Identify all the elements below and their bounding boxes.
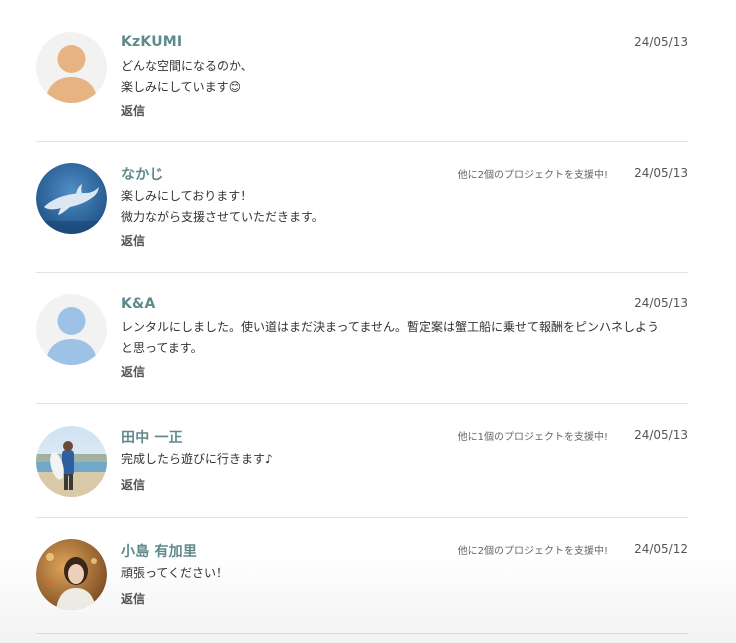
comment-item: KzKUMI 24/05/13 どんな空間になるのか、 楽しみにしています😊 返… [36, 0, 688, 142]
user-avatar-dolphin-photo[interactable] [36, 163, 107, 234]
comments-page: KzKUMI 24/05/13 どんな空間になるのか、 楽しみにしています😊 返… [0, 0, 736, 643]
comment-text-line: と思ってます。 [121, 341, 203, 355]
comment-body: レンタルにしました。使い道はまだ決まってません。暫定案は蟹工船に乗せて報酬をピン… [121, 317, 688, 359]
comment-list: KzKUMI 24/05/13 どんな空間になるのか、 楽しみにしています😊 返… [36, 0, 688, 634]
comment-text-line: どんな空間になるのか、 [121, 59, 253, 73]
reply-link[interactable]: 返信 [121, 232, 145, 249]
backer-note: 他に1個のプロジェクトを支援中! [457, 432, 608, 443]
comment-item: K&A 24/05/13 レンタルにしました。使い道はまだ決まってません。暫定案… [36, 273, 688, 404]
comment-text-line: 頑張ってください！ [121, 566, 229, 580]
comment-body: 楽しみにしております！ 微力ながら支援させていただきます。 [121, 186, 688, 228]
reply-link[interactable]: 返信 [121, 590, 145, 607]
comment-date: 24/05/12 [634, 542, 688, 556]
comment-text-line: 微力ながら支援させていただきます。 [121, 210, 324, 224]
comment-item: なかじ 他に2個のプロジェクトを支援中! 24/05/13 楽しみにしております… [36, 142, 688, 273]
comment-item: 小島 有加里 他に2個のプロジェクトを支援中! 24/05/12 頑張ってくださ… [36, 518, 688, 634]
comment-date: 24/05/13 [634, 296, 688, 310]
comment-body: 完成したら遊びに行きます♪ [121, 449, 688, 470]
reply-link[interactable]: 返信 [121, 102, 145, 119]
comment-author[interactable]: K&A [121, 296, 156, 312]
comment-body: どんな空間になるのか、 楽しみにしています😊 [121, 56, 688, 98]
user-avatar-default-icon[interactable] [36, 32, 107, 103]
comment-text-line: 楽しみにしています😊 [121, 80, 242, 94]
comment-author[interactable]: 小島 有加里 [121, 541, 197, 561]
reply-link[interactable]: 返信 [121, 363, 145, 380]
comment-author[interactable]: KzKUMI [121, 34, 182, 50]
comment-text-line: 完成したら遊びに行きます♪ [121, 452, 273, 466]
comment-author[interactable]: なかじ [121, 164, 164, 184]
comment-date: 24/05/13 [634, 166, 688, 180]
user-avatar-default-icon[interactable] [36, 294, 107, 365]
comment-body: 頑張ってください！ [121, 563, 688, 584]
backer-note: 他に2個のプロジェクトを支援中! [457, 546, 608, 557]
comment-date: 24/05/13 [634, 428, 688, 442]
comment-text-line: レンタルにしました。使い道はまだ決まってません。暫定案は蟹工船に乗せて報酬をピン… [121, 320, 659, 334]
backer-note: 他に2個のプロジェクトを支援中! [457, 170, 608, 181]
user-avatar-portrait-photo[interactable] [36, 539, 107, 610]
user-avatar-beach-photo[interactable] [36, 426, 107, 497]
comment-item: 田中 一正 他に1個のプロジェクトを支援中! 24/05/13 完成したら遊びに… [36, 404, 688, 518]
comment-author[interactable]: 田中 一正 [121, 427, 183, 447]
reply-link[interactable]: 返信 [121, 476, 145, 493]
comment-text-line: 楽しみにしております！ [121, 189, 253, 203]
comment-date: 24/05/13 [634, 35, 688, 49]
